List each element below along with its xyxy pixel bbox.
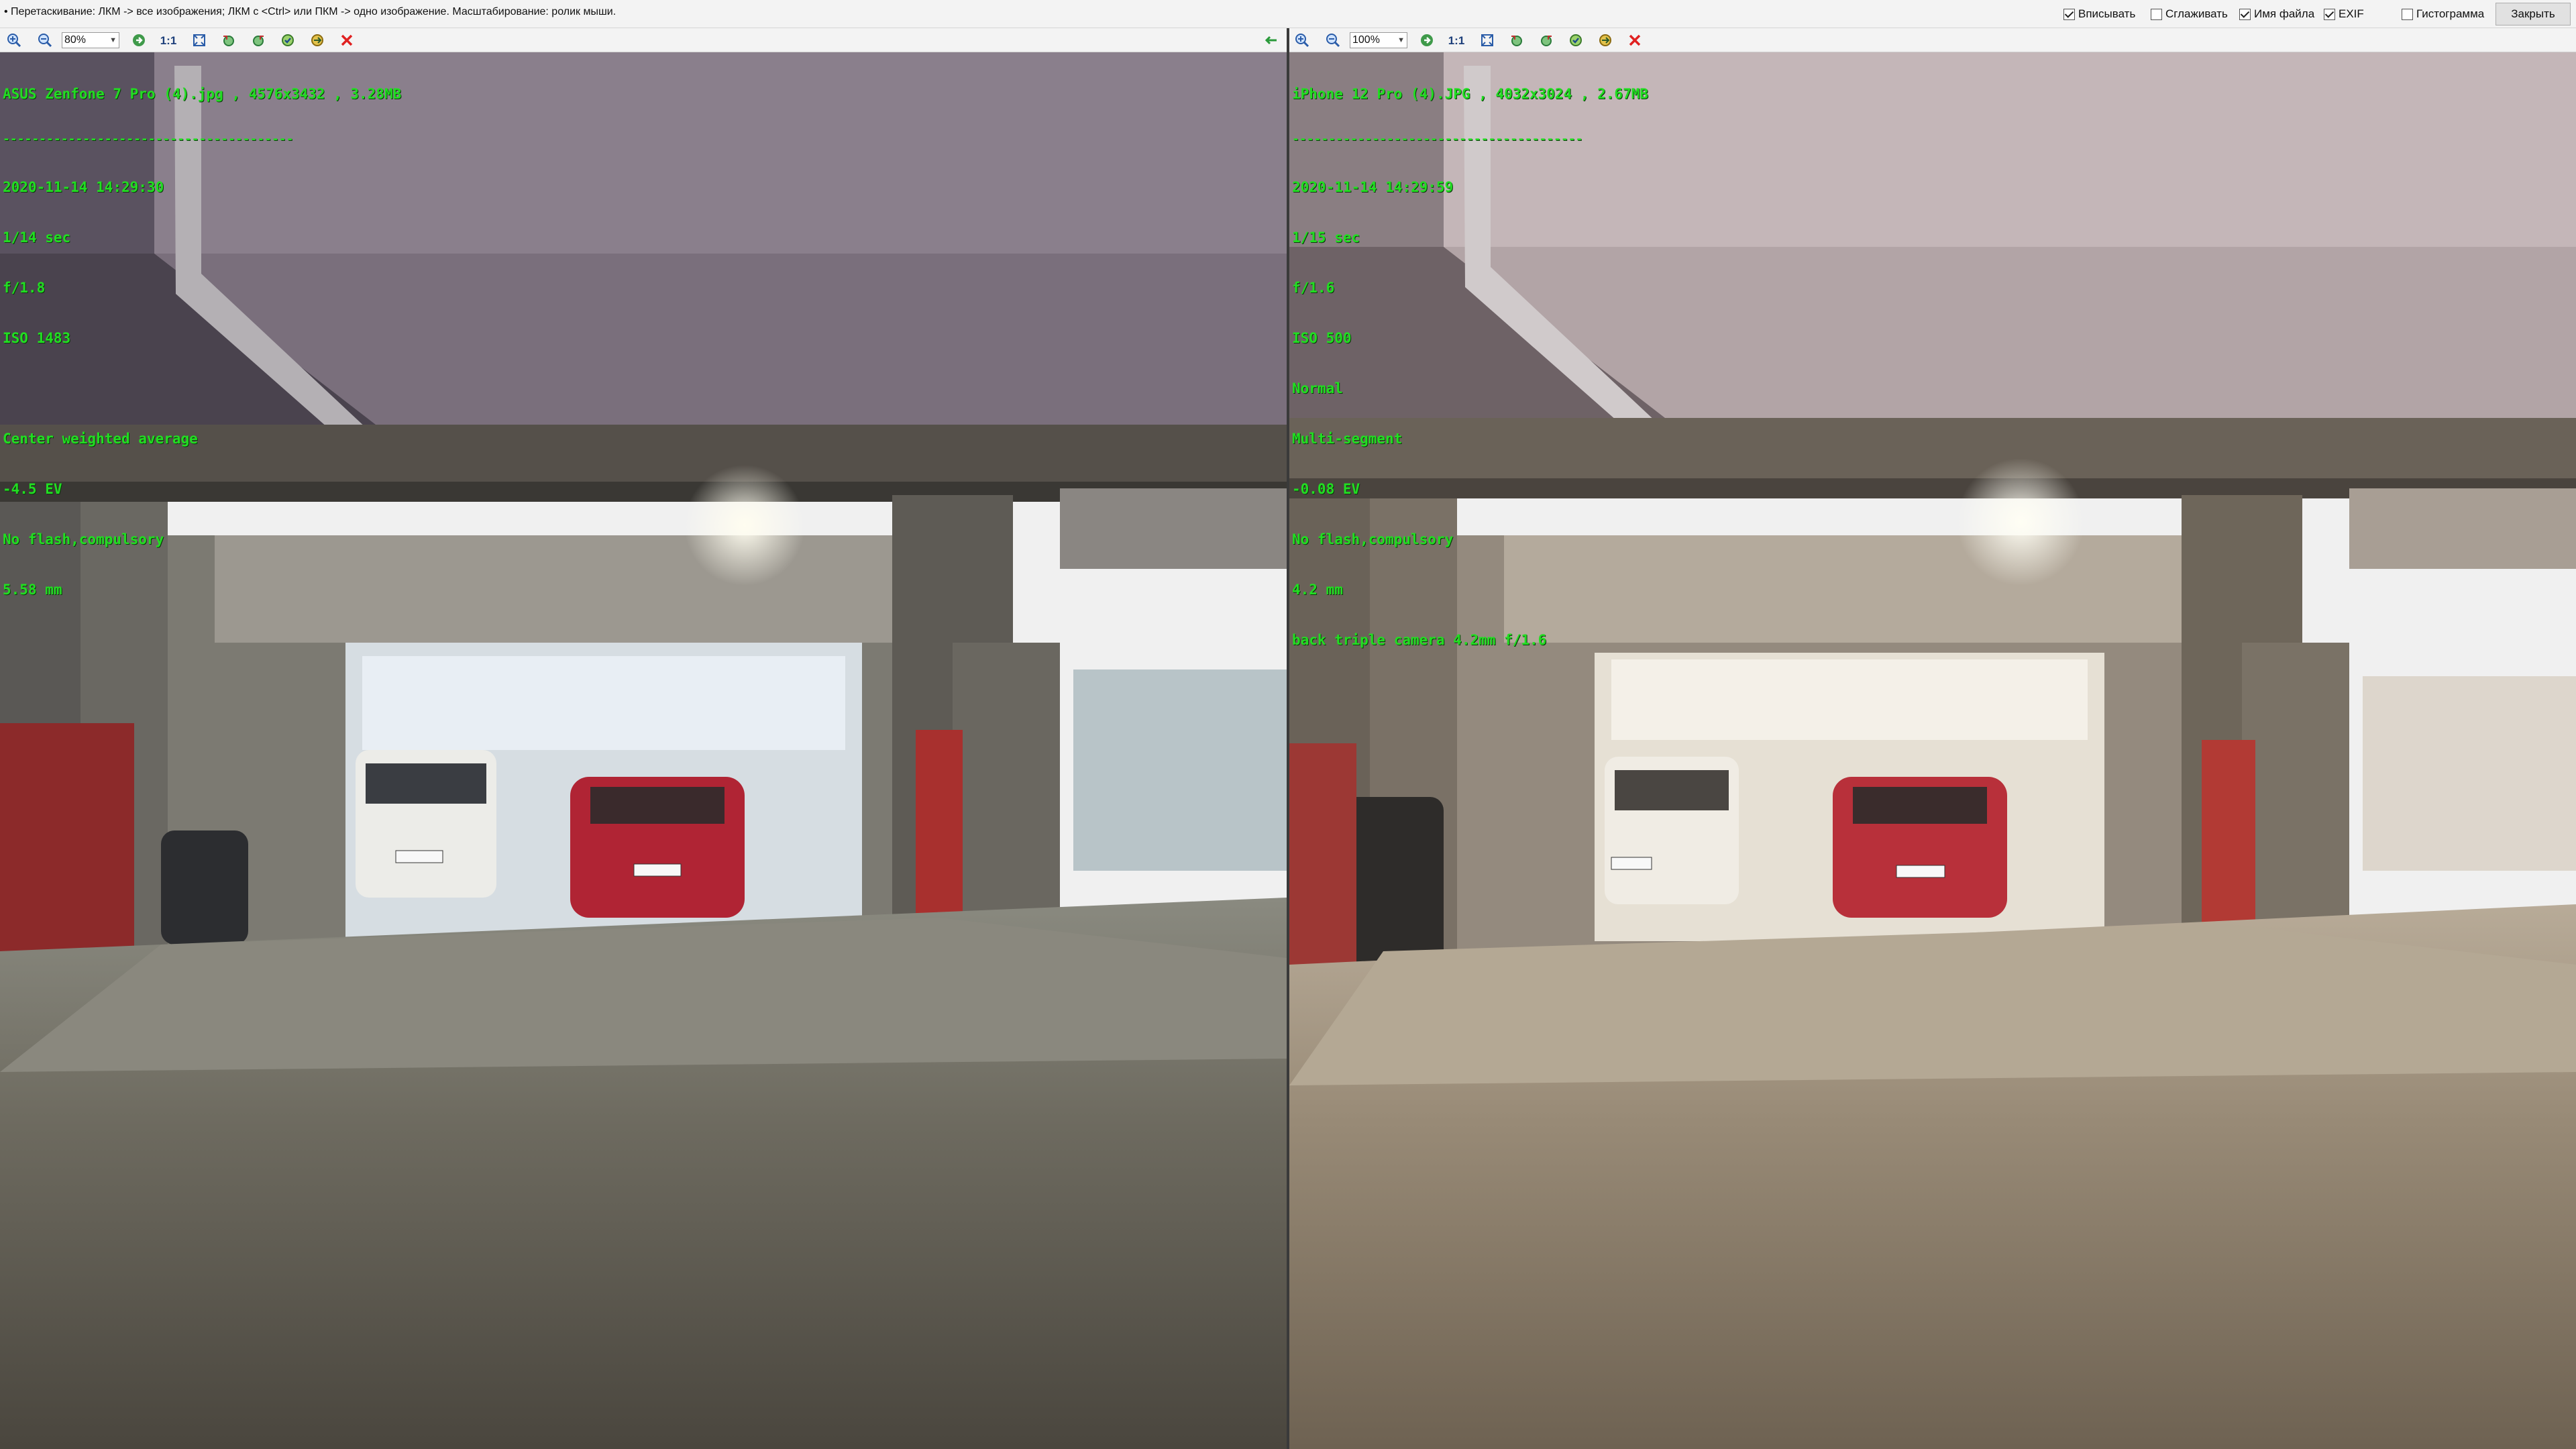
rotate-right-icon[interactable] [248, 31, 268, 50]
rotate-left-icon[interactable] [1507, 31, 1527, 50]
hint-text: • Перетаскивание: ЛКМ -> все изображения… [4, 6, 616, 17]
zoom-in-icon[interactable] [4, 31, 24, 50]
option-filename[interactable]: Имя файла [2239, 7, 2314, 21]
right-exif-date: 2020-11-14 14:29:59 [1292, 179, 1454, 195]
save-icon[interactable] [278, 31, 298, 50]
next-image-icon[interactable] [1417, 31, 1437, 50]
option-histogram[interactable]: Гистограмма [2402, 7, 2484, 21]
option-exif-label: EXIF [2339, 7, 2364, 20]
copy-icon[interactable] [1595, 31, 1615, 50]
rotate-left-icon[interactable] [219, 31, 239, 50]
checkbox-filename[interactable] [2239, 8, 2251, 20]
right-exif-aperture: f/1.6 [1292, 280, 1335, 296]
right-separator: ---------------------------------------- [1292, 132, 1583, 146]
right-exif-exposure-mode: Normal [1292, 380, 1343, 396]
option-smooth-label: Сглаживать [2165, 7, 2228, 20]
next-image-icon[interactable] [129, 31, 149, 50]
left-exif-date: 2020-11-14 14:29:30 [3, 179, 164, 195]
left-exif-shutter: 1/14 sec [3, 229, 71, 246]
chevron-down-icon: ▼ [109, 36, 117, 44]
left-exif-aperture: f/1.8 [3, 280, 46, 296]
image-compare-window: { "hint": "• Перетаскивание: ЛКМ -> все … [0, 0, 2576, 1449]
checkbox-exif[interactable] [2324, 8, 2335, 20]
left-separator: ---------------------------------------- [3, 132, 294, 146]
right-exif-flash: No flash,compulsory [1292, 531, 1454, 547]
option-fit[interactable]: Вписывать [2063, 7, 2135, 21]
option-filename-label: Имя файла [2254, 7, 2315, 20]
left-exif-metering: Center weighted average [3, 431, 198, 447]
zoom-select-right[interactable]: 100% ▼ [1350, 32, 1407, 48]
right-file-header: iPhone 12 Pro (4).JPG , 4032x3024 , 2.67… [1292, 86, 1649, 102]
hint-bar: • Перетаскивание: ЛКМ -> все изображения… [0, 0, 2576, 28]
fit-icon[interactable] [1477, 31, 1497, 50]
checkbox-histogram[interactable] [2402, 8, 2413, 20]
save-icon[interactable] [1566, 31, 1586, 50]
left-exif-iso: ISO 1483 [3, 330, 71, 346]
sync-arrow-icon[interactable] [1261, 31, 1281, 50]
zoom-select-left[interactable]: 80% ▼ [62, 32, 119, 48]
right-toolbar: 100% ▼ 1:1 [1288, 28, 2576, 52]
left-exif-focal: 5.58 mm [3, 582, 62, 598]
option-histogram-label: Гистограмма [2416, 7, 2485, 20]
right-exif-overlay: iPhone 12 Pro (4).JPG , 4032x3024 , 2.67… [1292, 52, 1648, 682]
checkbox-fit[interactable] [2063, 8, 2075, 20]
delete-icon[interactable] [1625, 31, 1645, 50]
left-exif-flash: No flash,compulsory [3, 531, 164, 547]
left-exif-ev: -4.5 EV [3, 481, 62, 497]
left-exif-overlay: ASUS Zenfone 7 Pro (4).jpg , 4576x3432 ,… [3, 52, 401, 632]
zoom-out-icon[interactable] [1323, 31, 1343, 50]
fit-icon[interactable] [189, 31, 209, 50]
zoom-in-icon[interactable] [1292, 31, 1312, 50]
right-exif-shutter: 1/15 sec [1292, 229, 1360, 246]
actual-size-button[interactable]: 1:1 [158, 31, 178, 50]
left-toolbar: 80% ▼ 1:1 [0, 28, 1288, 52]
right-exif-iso: ISO 500 [1292, 330, 1352, 346]
left-file-header: ASUS Zenfone 7 Pro (4).jpg , 4576x3432 ,… [3, 86, 402, 102]
rotate-right-icon[interactable] [1536, 31, 1556, 50]
right-exif-metering: Multi-segment [1292, 431, 1403, 447]
right-exif-lens: back triple camera 4.2mm f/1.6 [1292, 632, 1547, 648]
right-exif-ev: -0.08 EV [1292, 481, 1360, 497]
option-exif[interactable]: EXIF [2324, 7, 2364, 21]
zoom-value-left: 80% [64, 34, 87, 46]
close-button[interactable]: Закрыть [2496, 3, 2571, 25]
copy-icon[interactable] [307, 31, 327, 50]
option-smooth[interactable]: Сглаживать [2151, 7, 2228, 21]
zoom-value-right: 100% [1352, 34, 1380, 46]
left-exif-blank [3, 380, 401, 397]
actual-size-button[interactable]: 1:1 [1446, 31, 1466, 50]
right-exif-focal: 4.2 mm [1292, 582, 1343, 598]
chevron-down-icon: ▼ [1397, 36, 1405, 44]
checkbox-smooth[interactable] [2151, 8, 2162, 20]
option-fit-label: Вписывать [2078, 7, 2136, 20]
zoom-out-icon[interactable] [35, 31, 55, 50]
left-image-pane[interactable]: ASUS Zenfone 7 Pro (4).jpg , 4576x3432 ,… [0, 52, 1287, 1449]
delete-icon[interactable] [337, 31, 357, 50]
right-image-pane[interactable]: iPhone 12 Pro (4).JPG , 4032x3024 , 2.67… [1289, 52, 2576, 1449]
